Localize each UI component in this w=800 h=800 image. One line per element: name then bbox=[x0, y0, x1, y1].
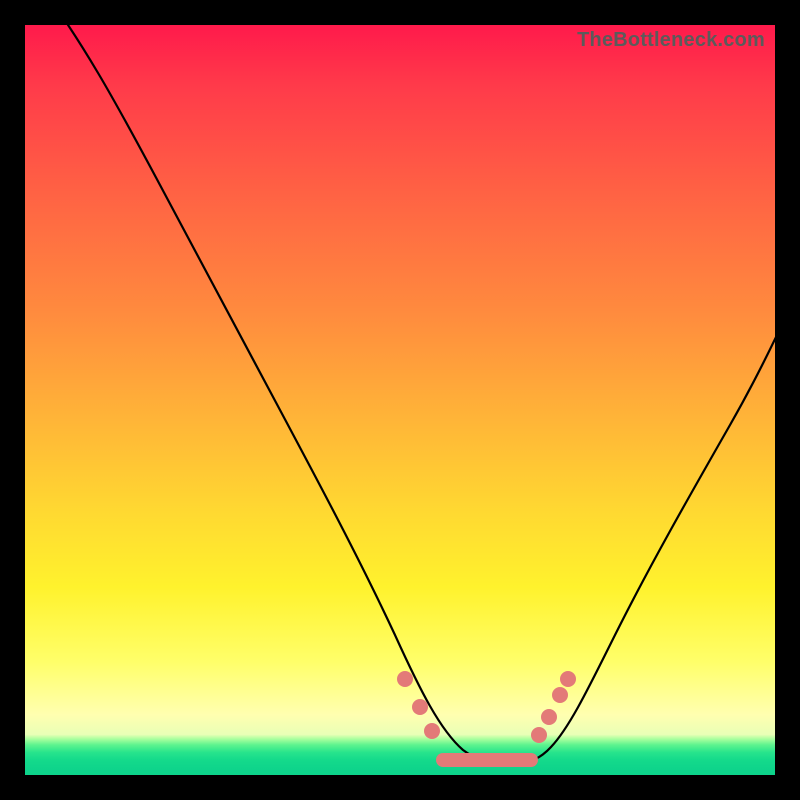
curve-path bbox=[25, 25, 775, 763]
marker-dot bbox=[531, 727, 547, 743]
marker-dot bbox=[397, 671, 413, 687]
bottleneck-curve bbox=[25, 25, 775, 775]
marker-dot bbox=[552, 687, 568, 703]
marker-dot bbox=[424, 723, 440, 739]
plot-area: TheBottleneck.com bbox=[25, 25, 775, 775]
marker-dot bbox=[412, 699, 428, 715]
marker-dot bbox=[541, 709, 557, 725]
marker-dot bbox=[560, 671, 576, 687]
chart-frame: TheBottleneck.com bbox=[0, 0, 800, 800]
